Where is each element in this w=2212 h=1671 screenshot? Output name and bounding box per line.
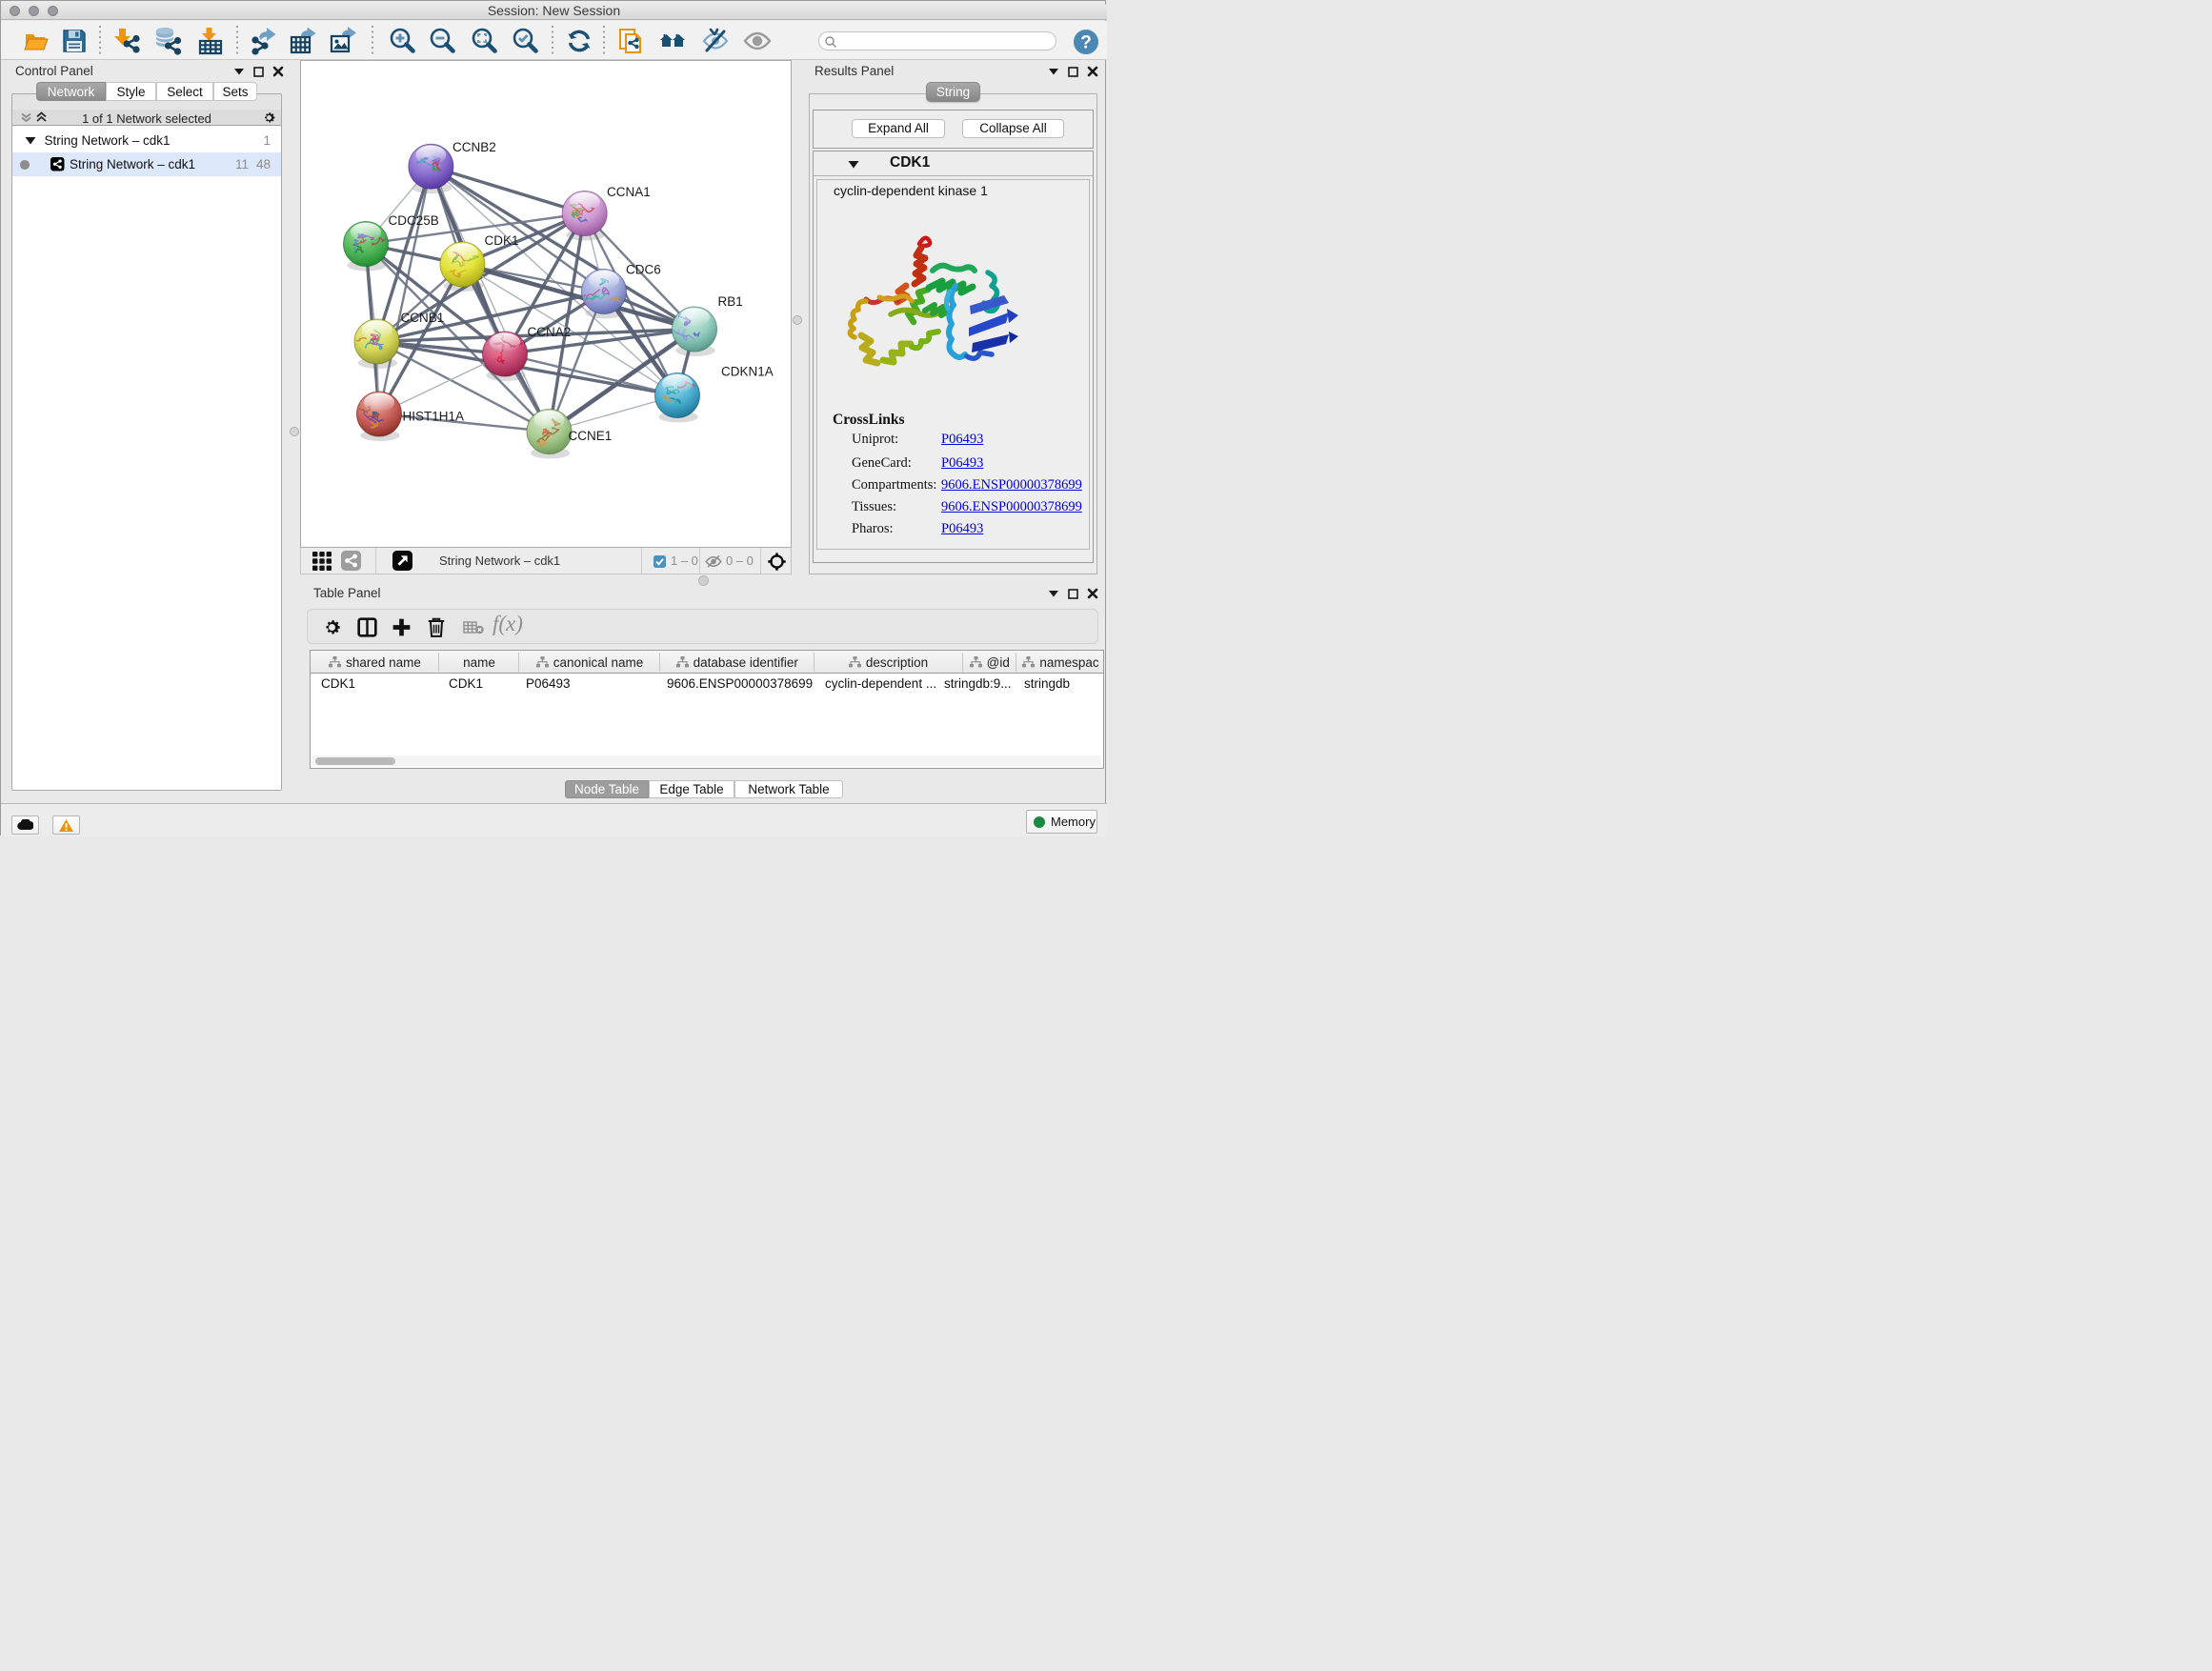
svg-text:CCNB2: CCNB2 (452, 140, 496, 154)
svg-text:CDC25B: CDC25B (389, 213, 439, 228)
svg-text:CDKN1A: CDKN1A (721, 365, 774, 379)
svg-text:CCNB1: CCNB1 (401, 311, 445, 325)
svg-text:CCNA1: CCNA1 (607, 185, 651, 199)
svg-text:CCNA2: CCNA2 (528, 325, 572, 339)
svg-text:RB1: RB1 (718, 294, 743, 309)
svg-text:CDK1: CDK1 (485, 233, 519, 248)
svg-text:?: ? (1080, 33, 1092, 53)
svg-text:HIST1H1A: HIST1H1A (403, 410, 465, 424)
svg-text:CDC6: CDC6 (626, 263, 661, 277)
svg-text:CCNE1: CCNE1 (569, 429, 613, 443)
